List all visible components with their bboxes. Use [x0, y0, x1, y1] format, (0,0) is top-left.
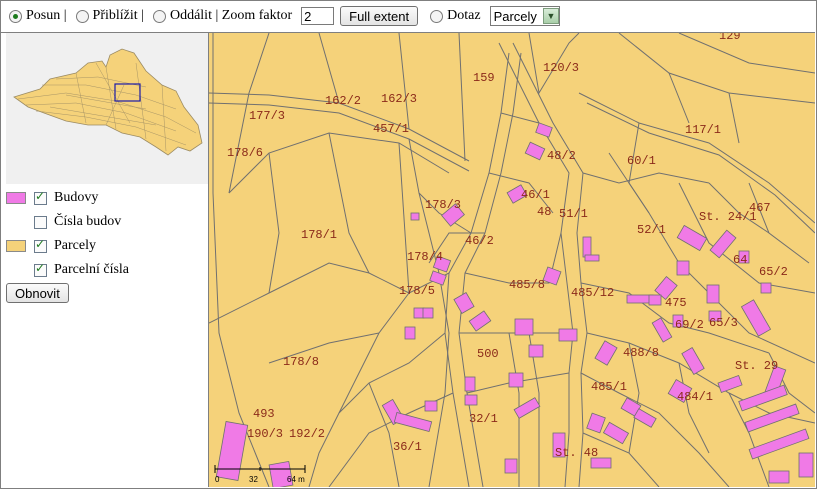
parcel-label: 190/3	[247, 427, 283, 441]
legend-row-budovy: Budovy	[6, 186, 129, 210]
parcel-background	[209, 33, 815, 487]
overview-map-graphic	[13, 48, 203, 156]
parcel-label: 46/2	[465, 234, 494, 248]
legend-label: Parcely	[54, 238, 96, 253]
parcel-label: 64	[733, 253, 747, 267]
parcel-label: 177/3	[249, 109, 285, 123]
parcel-label: 51/1	[559, 207, 588, 221]
layer-checkbox-budovy[interactable]	[34, 189, 47, 205]
parcel-label: 457/1	[373, 122, 409, 136]
pan-radio[interactable]	[9, 9, 22, 23]
pan-option[interactable]: Posun |	[9, 8, 67, 24]
refresh-button[interactable]: Obnovit	[6, 283, 69, 303]
zoom-in-option[interactable]: Přiblížit |	[75, 8, 144, 24]
zoom-out-option[interactable]: Oddálit | Zoom faktor	[152, 8, 293, 24]
building-swatch	[6, 192, 26, 204]
full-extent-button[interactable]: Full extent	[340, 6, 419, 26]
parcel-label: St. 48	[555, 446, 598, 460]
parcel-label: 69/2	[675, 318, 704, 332]
query-layer-selected: Parcely	[493, 8, 537, 24]
parcel-label: 162/3	[381, 92, 417, 106]
legend-row-parcelni-cisla: Parcelní čísla	[6, 258, 129, 282]
parcel-label: 484/1	[677, 390, 713, 404]
parcel-label: 117/1	[685, 123, 721, 137]
parcel-label: 485/12	[571, 286, 614, 300]
parcel-label: 178/1	[301, 228, 337, 242]
scale-tick-64m: 64 m	[287, 475, 305, 484]
legend-label: Čísla budov	[54, 214, 122, 229]
zoom-out-label: Oddálit | Zoom faktor	[169, 8, 293, 23]
parcel-label: 178/8	[283, 355, 319, 369]
cadastral-map[interactable]: 129 159 120/3 162/2 162/3 177/3 457/1 117/1 178/…	[209, 33, 815, 487]
legend-row-parcely: Parcely	[6, 234, 129, 258]
query-radio[interactable]	[430, 9, 444, 23]
parcel-label: 485/1	[591, 380, 627, 394]
parcel-label: 36/1	[393, 440, 422, 454]
parcel-label: 159	[473, 71, 495, 85]
zoom-in-radio[interactable]	[75, 9, 89, 23]
query-option[interactable]: Dotaz	[430, 8, 481, 24]
parcel-label: 485/8	[509, 278, 545, 292]
chevron-down-icon[interactable]: ▼	[542, 8, 559, 24]
parcel-label: 48/2	[547, 149, 576, 163]
zoom-in-label: Přiblížit |	[92, 8, 144, 23]
parcel-label: 52/1	[637, 223, 666, 237]
parcel-label: 493	[253, 407, 275, 421]
scale-tick-32: 32	[249, 475, 258, 484]
legend-row-cisla-budov: Čísla budov	[6, 210, 129, 234]
parcel-label: St. 24/1	[699, 210, 757, 224]
parcel-label: 192/2	[289, 427, 325, 441]
zoom-factor-input[interactable]	[301, 7, 335, 25]
toolbar: Posun | Přiblížit | Oddálit | Zoom fakto…	[0, 0, 815, 33]
query-layer-select[interactable]: Parcely ▼	[489, 6, 560, 26]
parcel-label: 129	[719, 33, 741, 43]
parcel-label: 178/3	[425, 198, 461, 212]
parcel-label: 46/1	[521, 188, 550, 202]
parcel-label: 162/2	[325, 94, 361, 108]
layer-checkbox-parcelni-cisla[interactable]	[34, 261, 47, 277]
pan-label: Posun |	[26, 8, 67, 23]
parcel-label: 500	[477, 347, 499, 361]
layer-legend: Budovy Čísla budov Parcely Parcelní čísl…	[6, 186, 129, 282]
scale-tick-0: 0	[215, 475, 220, 484]
parcel-swatch	[6, 240, 26, 252]
sidebar: Budovy Čísla budov Parcely Parcelní čísl…	[0, 33, 209, 487]
parcel-label: St. 29	[735, 359, 778, 373]
parcel-label: 32/1	[469, 412, 498, 426]
legend-label: Budovy	[54, 190, 99, 205]
overview-map[interactable]	[6, 33, 208, 184]
legend-label: Parcelní čísla	[54, 262, 130, 277]
parcel-label: 65/3	[709, 316, 738, 330]
map-view[interactable]: 129 159 120/3 162/2 162/3 177/3 457/1 117/1 178/…	[209, 33, 815, 487]
parcel-label: 488/8	[623, 346, 659, 360]
parcel-label: 65/2	[759, 265, 788, 279]
query-label: Dotaz	[447, 8, 481, 23]
layer-checkbox-parcely[interactable]	[34, 237, 47, 253]
parcel-label: 178/5	[399, 284, 435, 298]
parcel-label: 48	[537, 205, 551, 219]
layer-checkbox-cisla-budov[interactable]	[34, 215, 47, 229]
parcel-label: 475	[665, 296, 687, 310]
parcel-label: 178/6	[227, 146, 263, 160]
parcel-label: 120/3	[543, 61, 579, 75]
parcel-label: 60/1	[627, 154, 656, 168]
zoom-out-radio[interactable]	[152, 9, 166, 23]
parcel-label: 178/4	[407, 250, 443, 264]
